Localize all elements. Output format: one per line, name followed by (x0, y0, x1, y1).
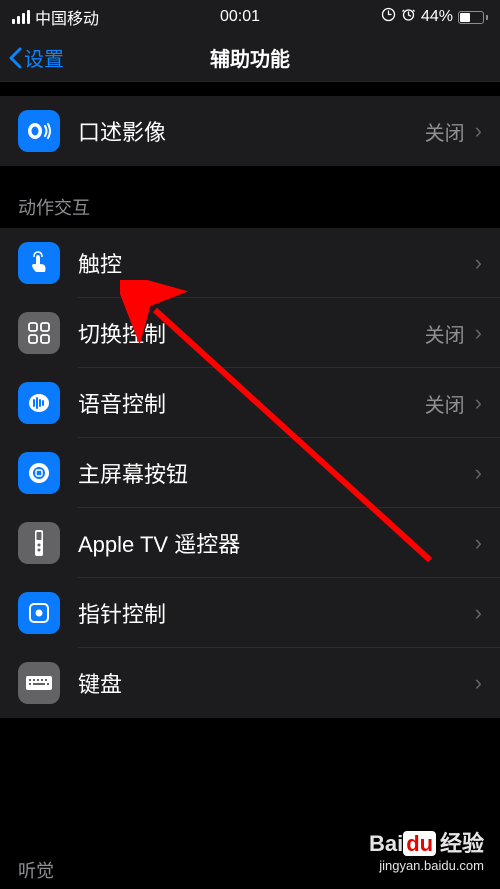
row-switch-control[interactable]: 切换控制 关闭 › (0, 298, 500, 368)
status-time: 00:01 (220, 8, 260, 26)
carrier-label: 中国移动 (35, 5, 99, 29)
chevron-left-icon (8, 47, 22, 69)
apple-tv-remote-icon (18, 522, 60, 564)
row-home-button[interactable]: 主屏幕按钮 › (0, 438, 500, 508)
battery-icon (458, 11, 488, 24)
row-label: 口述影像 (78, 115, 425, 147)
row-pointer-control[interactable]: 指针控制 › (0, 578, 500, 648)
row-touch[interactable]: 触控 › (0, 228, 500, 298)
signal-icon (12, 10, 30, 24)
home-button-icon (18, 452, 60, 494)
chevron-right-icon: › (475, 670, 482, 696)
row-label: 语音控制 (78, 387, 425, 419)
row-label: 指针控制 (78, 597, 475, 629)
row-keyboard[interactable]: 键盘 › (0, 648, 500, 718)
back-label: 设置 (24, 43, 64, 72)
keyboard-icon (18, 662, 60, 704)
row-label: Apple TV 遥控器 (78, 527, 475, 559)
nav-bar: 设置 辅助功能 (0, 34, 500, 82)
watermark-url: jingyan.baidu.com (369, 858, 484, 875)
settings-group-vision: 口述影像 关闭 › (0, 96, 500, 166)
status-left: 中国移动 (12, 5, 99, 29)
watermark: Baidu 经验 jingyan.baidu.com (369, 830, 484, 875)
row-apple-tv-remote[interactable]: Apple TV 遥控器 › (0, 508, 500, 578)
row-value: 关闭 (425, 117, 465, 146)
alarm-icon (401, 7, 416, 27)
chevron-right-icon: › (475, 530, 482, 556)
status-bar: 中国移动 00:01 44% (0, 0, 500, 34)
row-label: 主屏幕按钮 (78, 457, 475, 489)
chevron-right-icon: › (475, 600, 482, 626)
row-voice-control[interactable]: 语音控制 关闭 › (0, 368, 500, 438)
row-label: 键盘 (78, 667, 475, 699)
orientation-lock-icon (381, 7, 396, 27)
switch-control-icon (18, 312, 60, 354)
touch-icon (18, 242, 60, 284)
row-label: 切换控制 (78, 317, 425, 349)
page-title: 辅助功能 (210, 43, 290, 72)
pointer-control-icon (18, 592, 60, 634)
row-value: 关闭 (425, 319, 465, 348)
voice-control-icon (18, 382, 60, 424)
chevron-right-icon: › (475, 390, 482, 416)
audio-description-icon (18, 110, 60, 152)
row-label: 触控 (78, 247, 475, 279)
back-button[interactable]: 设置 (8, 43, 64, 72)
chevron-right-icon: › (475, 320, 482, 346)
row-value: 关闭 (425, 389, 465, 418)
chevron-right-icon: › (475, 460, 482, 486)
section-header-interaction: 动作交互 (0, 166, 500, 228)
settings-group-interaction: 触控 › 切换控制 关闭 › 语音控制 关闭 › 主屏幕按钮 › Apple T… (0, 228, 500, 718)
row-audio-description[interactable]: 口述影像 关闭 › (0, 96, 500, 166)
chevron-right-icon: › (475, 118, 482, 144)
status-right: 44% (381, 7, 488, 27)
battery-percent: 44% (421, 8, 453, 26)
watermark-brand: Bai (369, 831, 403, 856)
chevron-right-icon: › (475, 250, 482, 276)
